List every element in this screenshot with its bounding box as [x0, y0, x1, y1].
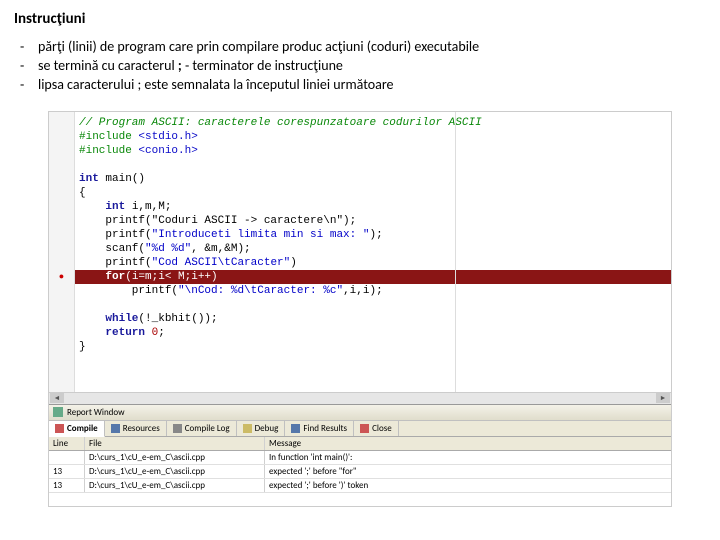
- code-line[interactable]: printf("\nCod: %d\tCaracter: %c",i,i);: [75, 284, 671, 298]
- error-row[interactable]: D:\curs_1\cU_e-em_C\ascii.cppIn function…: [49, 451, 671, 465]
- code-line[interactable]: return 0;: [75, 326, 671, 340]
- code-line[interactable]: [75, 298, 671, 312]
- report-icon: [53, 407, 63, 417]
- tab-icon: [360, 424, 369, 433]
- panel-titlebar[interactable]: Report Window: [49, 405, 671, 421]
- page-title: Instrucţiuni: [0, 0, 720, 34]
- scroll-right-icon[interactable]: ►: [656, 393, 670, 403]
- bullet-item: se termină cu caracterul ; - terminator …: [38, 57, 706, 76]
- tab-icon: [291, 424, 300, 433]
- panel-tabs: CompileResourcesCompile LogDebugFind Res…: [49, 421, 671, 437]
- horizontal-scrollbar[interactable]: ◄ ►: [49, 392, 671, 404]
- code-line[interactable]: int main(): [75, 172, 671, 186]
- code-line[interactable]: printf("Cod ASCII\tCaracter"): [75, 256, 671, 270]
- error-row[interactable]: 13D:\curs_1\cU_e-em_C\ascii.cppexpected …: [49, 479, 671, 493]
- tab-debug[interactable]: Debug: [237, 421, 286, 436]
- code-line[interactable]: }: [75, 340, 671, 354]
- error-row[interactable]: 13D:\curs_1\cU_e-em_C\ascii.cppexpected …: [49, 465, 671, 479]
- tab-find-results[interactable]: Find Results: [285, 421, 354, 436]
- code-line[interactable]: scanf("%d %d", &m,&M);: [75, 242, 671, 256]
- code-gutter: ●: [49, 112, 75, 392]
- code-line[interactable]: #include <stdio.h>: [75, 130, 671, 144]
- tab-icon: [55, 424, 64, 433]
- col-line[interactable]: Line: [49, 437, 85, 450]
- report-panel: Report Window CompileResourcesCompile Lo…: [49, 404, 671, 493]
- code-line[interactable]: while(!_kbhit());: [75, 312, 671, 326]
- scroll-left-icon[interactable]: ◄: [50, 393, 64, 403]
- tab-close[interactable]: Close: [354, 421, 399, 436]
- tab-resources[interactable]: Resources: [105, 421, 167, 436]
- bullet-item: părţi (linii) de program care prin compi…: [38, 38, 706, 57]
- bullet-item: lipsa caracterului ; este semnalata la î…: [38, 76, 706, 95]
- code-line[interactable]: for(i=m;i< M;i++): [75, 270, 671, 284]
- tab-icon: [243, 424, 252, 433]
- panel-title-text: Report Window: [67, 407, 125, 418]
- code-line[interactable]: printf("Introduceti limita min si max: "…: [75, 228, 671, 242]
- col-message[interactable]: Message: [265, 437, 671, 450]
- code-editor[interactable]: ● // Program ASCII: caracterele corespun…: [49, 112, 671, 392]
- print-margin: [455, 112, 456, 392]
- code-line[interactable]: #include <conio.h>: [75, 144, 671, 158]
- tab-icon: [111, 424, 120, 433]
- tab-compile-log[interactable]: Compile Log: [167, 421, 237, 436]
- col-file[interactable]: File: [85, 437, 265, 450]
- bullet-list: -părţi (linii) de program care prin comp…: [0, 34, 720, 105]
- code-line[interactable]: [75, 158, 671, 172]
- compile-grid[interactable]: Line File Message D:\curs_1\cU_e-em_C\as…: [49, 437, 671, 493]
- tab-compile[interactable]: Compile: [49, 421, 105, 437]
- code-line[interactable]: {: [75, 186, 671, 200]
- code-lines[interactable]: // Program ASCII: caracterele corespunza…: [75, 112, 671, 392]
- code-line[interactable]: // Program ASCII: caracterele corespunza…: [75, 116, 671, 130]
- tab-icon: [173, 424, 182, 433]
- code-line[interactable]: printf("Coduri ASCII -> caractere\n");: [75, 214, 671, 228]
- ide-window: ● // Program ASCII: caracterele corespun…: [48, 111, 672, 507]
- code-line[interactable]: int i,m,M;: [75, 200, 671, 214]
